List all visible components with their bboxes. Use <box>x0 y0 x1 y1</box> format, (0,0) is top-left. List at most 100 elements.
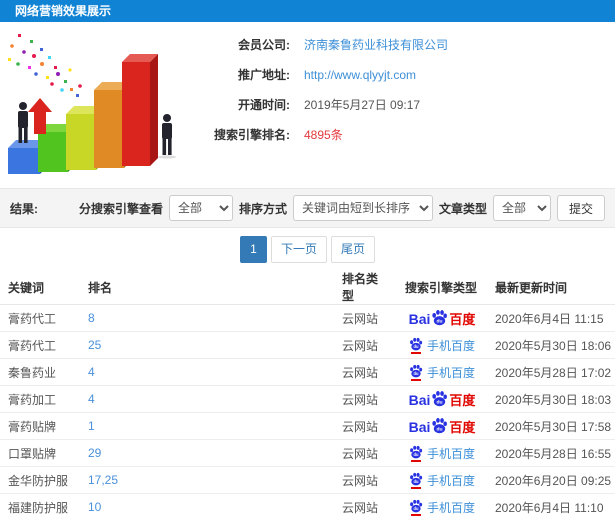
page-button-current[interactable]: 1 <box>239 235 267 263</box>
updated-cell: 2020年5月30日 17:58 <box>487 412 615 440</box>
article-type-select[interactable]: 全部 <box>492 195 551 221</box>
keyword-cell: 膏药代工 <box>0 331 80 359</box>
baidu-paw-icon: du <box>432 309 448 326</box>
updated-cell: 2020年5月28日 16:55 <box>487 439 615 467</box>
svg-text:du: du <box>413 506 418 511</box>
engine-badge-baidu-pc: Bai du 百度 <box>408 309 476 327</box>
page-title: 网络营销效果展示 <box>15 4 112 18</box>
top-section: 会员公司: 济南秦鲁药业科技有限公司 推广地址: http://www.qlyy… <box>0 22 615 188</box>
baidu-underline <box>410 351 421 354</box>
open-time-label: 开通时间: <box>238 98 290 112</box>
info-row-open-time: 开通时间: 2019年5月27日 09:17 <box>180 96 448 113</box>
table-row: 膏药加工 4 云网站 Bai du 百度 2020年5月30日 18:03 <box>0 385 615 413</box>
businessman-right <box>158 114 176 159</box>
submit-button[interactable]: 提交 <box>556 195 605 221</box>
table-body: 膏药代工 8 云网站 Bai du 百度 2020年6月4日 11:15 膏药代工 25 云网站 d… <box>0 304 615 520</box>
rank-link[interactable]: 10 <box>80 493 334 520</box>
updated-cell: 2020年6月4日 11:10 <box>487 493 615 520</box>
engine-badge-baidu-pc: Bai du 百度 <box>408 417 476 435</box>
page-header: 网络营销效果展示 <box>0 0 615 22</box>
baidu-paw-icon: du <box>432 417 448 434</box>
rank-type-cell: 云网站 <box>334 412 397 440</box>
info-row-company: 会员公司: 济南秦鲁药业科技有限公司 <box>180 36 448 53</box>
updated-cell: 2020年5月30日 18:06 <box>487 331 615 359</box>
company-link[interactable]: 济南秦鲁药业科技有限公司 <box>304 36 448 53</box>
keyword-cell: 福建防护服 <box>0 493 80 520</box>
svg-text:du: du <box>413 371 418 376</box>
engine-badge-baidu-pc: Bai du 百度 <box>408 390 476 408</box>
rank-type-cell: 云网站 <box>334 385 397 413</box>
rank-count-label: 搜索引擎排名: <box>214 128 290 142</box>
keyword-cell: 膏药加工 <box>0 385 80 413</box>
businessman-left <box>18 102 28 143</box>
baidu-underline <box>410 378 421 381</box>
engine-badge-label: 手机百度 <box>426 446 475 461</box>
engine-badge-label: 手机百度 <box>426 473 475 488</box>
svg-text:du: du <box>413 479 418 484</box>
rank-link[interactable]: 4 <box>80 358 334 386</box>
baidu-underline <box>410 486 421 489</box>
col-header-keyword: 关键词 <box>0 270 80 305</box>
filter-controls: 分搜索引擎查看 全部 排序方式 关键词由短到长排序 文章类型 全部 提交 <box>79 195 605 221</box>
keyword-cell: 膏药代工 <box>0 304 80 332</box>
baidu-paw-icon: du <box>410 499 423 512</box>
rank-link[interactable]: 8 <box>80 304 334 332</box>
rank-link[interactable]: 17,25 <box>80 466 334 494</box>
bar-chart-illustration <box>8 34 176 174</box>
rank-type-cell: 云网站 <box>334 304 397 332</box>
filter-bar: 结果: 分搜索引擎查看 全部 排序方式 关键词由短到长排序 文章类型 全部 提交 <box>0 188 615 228</box>
pagination: 1 下一页 尾页 <box>0 228 615 270</box>
engine-badge-label: 手机百度 <box>426 365 475 380</box>
engine-view-label: 分搜索引擎查看 <box>78 201 163 216</box>
rank-count-value: 4895条 <box>304 128 343 142</box>
next-page-button[interactable]: 下一页 <box>270 235 327 263</box>
table-row: 口罩贴牌 29 云网站 du 手机百度 2020年5月28日 16:55 <box>0 439 615 467</box>
engine-badge-baidu-mobile: du 手机百度 <box>409 337 475 354</box>
bars <box>8 54 158 174</box>
company-label: 会员公司: <box>238 38 290 52</box>
engine-badge-baidu-mobile: du 手机百度 <box>409 499 475 516</box>
info-row-rank-count: 搜索引擎排名: 4895条 <box>180 126 448 143</box>
engine-view-select[interactable]: 全部 <box>168 195 233 221</box>
svg-text:du: du <box>413 452 418 457</box>
baidu-underline <box>410 459 421 462</box>
baidu-underline <box>410 513 421 516</box>
engine-badge-label: 手机百度 <box>426 338 475 353</box>
baidu-paw-icon: du <box>410 364 423 377</box>
table-row: 膏药代工 25 云网站 du 手机百度 2020年5月30日 18:06 <box>0 331 615 359</box>
updated-cell: 2020年5月30日 18:03 <box>487 385 615 413</box>
promo-url-label: 推广地址: <box>238 68 290 82</box>
rank-type-cell: 云网站 <box>334 439 397 467</box>
svg-text:du: du <box>413 344 418 349</box>
sort-select[interactable]: 关键词由短到长排序 <box>292 195 433 221</box>
keyword-cell: 膏药贴牌 <box>0 412 80 440</box>
rank-type-cell: 云网站 <box>334 493 397 520</box>
updated-cell: 2020年6月4日 11:15 <box>487 304 615 332</box>
keyword-cell: 口罩贴牌 <box>0 439 80 467</box>
rank-link[interactable]: 1 <box>80 412 334 440</box>
engine-badge-baidu-mobile: du 手机百度 <box>409 364 475 381</box>
updated-cell: 2020年6月20日 09:25 <box>487 466 615 494</box>
rank-type-cell: 云网站 <box>334 358 397 386</box>
confetti-dots <box>8 34 82 97</box>
keyword-rank-table: 关键词 排名 排名类型 搜索引擎类型 最新更新时间 膏药代工 8 云网站 Bai du 百… <box>0 270 615 520</box>
sort-label: 排序方式 <box>238 201 287 216</box>
col-header-rank: 排名 <box>80 270 334 305</box>
engine-badge-baidu-mobile: du 手机百度 <box>409 472 475 489</box>
table-row: 福建防护服 10 云网站 du 手机百度 2020年6月4日 11:10 <box>0 493 615 520</box>
results-label: 结果: <box>10 201 38 216</box>
member-info-panel: 会员公司: 济南秦鲁药业科技有限公司 推广地址: http://www.qlyy… <box>180 36 448 156</box>
rank-link[interactable]: 29 <box>80 439 334 467</box>
open-time-value: 2019年5月27日 09:17 <box>304 98 421 112</box>
svg-text:du: du <box>437 318 443 324</box>
baidu-paw-icon: du <box>410 445 423 458</box>
table-header-row: 关键词 排名 排名类型 搜索引擎类型 最新更新时间 <box>0 270 615 305</box>
rank-link[interactable]: 25 <box>80 331 334 359</box>
col-header-updated: 最新更新时间 <box>487 270 615 305</box>
table-row: 膏药代工 8 云网站 Bai du 百度 2020年6月4日 11:15 <box>0 304 615 332</box>
rank-link[interactable]: 4 <box>80 385 334 413</box>
promo-url-link[interactable]: http://www.qlyyjt.com <box>304 68 416 82</box>
baidu-paw-icon: du <box>410 472 423 485</box>
last-page-button[interactable]: 尾页 <box>331 235 376 263</box>
table-row: 秦鲁药业 4 云网站 du 手机百度 2020年5月28日 17:02 <box>0 358 615 386</box>
